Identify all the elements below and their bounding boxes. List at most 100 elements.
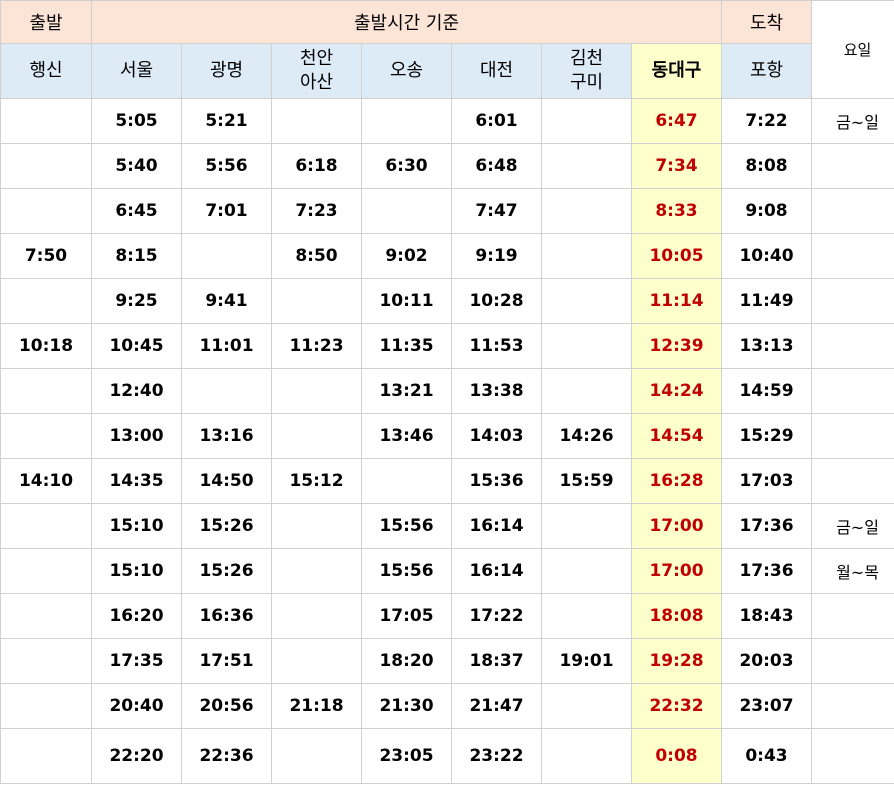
cheonan-cell: 11:23	[271, 323, 362, 369]
haengsin-cell	[0, 638, 92, 684]
day-of-week-cell	[811, 143, 894, 189]
gwangmyeong-cell: 16:36	[181, 593, 272, 639]
gwangmyeong-cell: 17:51	[181, 638, 272, 684]
gwangmyeong-cell	[181, 233, 272, 279]
station-pohang: 포항	[721, 43, 812, 99]
dongdaegu-cell: 6:47	[631, 98, 722, 144]
daejeon-cell: 14:03	[451, 413, 542, 459]
osong-cell	[361, 98, 452, 144]
dongdaegu-cell: 22:32	[631, 683, 722, 729]
gwangmyeong-cell: 7:01	[181, 188, 272, 234]
station-cheonan-asan: 천안 아산	[271, 43, 362, 99]
station-dongdaegu: 동대구	[631, 43, 722, 99]
pohang-cell: 18:43	[721, 593, 812, 639]
table-row: 15:10 15:26 15:56 16:14 17:00 17:36 금~일	[0, 503, 894, 549]
table-row: 22:20 22:36 23:05 23:22 0:08 0:43	[0, 728, 894, 784]
pohang-cell: 20:03	[721, 638, 812, 684]
dongdaegu-cell: 7:34	[631, 143, 722, 189]
station-osong: 오송	[361, 43, 452, 99]
cheonan-cell: 6:18	[271, 143, 362, 189]
gimcheon-cell: 15:59	[541, 458, 632, 504]
station-gwangmyeong: 광명	[181, 43, 272, 99]
station-cheonan-line2: 아산	[299, 72, 334, 93]
table-row: 16:20 16:36 17:05 17:22 18:08 18:43	[0, 593, 894, 639]
osong-cell: 6:30	[361, 143, 452, 189]
seoul-cell: 13:00	[91, 413, 182, 459]
seoul-cell: 10:45	[91, 323, 182, 369]
day-of-week-cell	[811, 458, 894, 504]
osong-cell: 13:46	[361, 413, 452, 459]
gimcheon-cell	[541, 278, 632, 324]
daejeon-cell: 16:14	[451, 503, 542, 549]
osong-cell	[361, 188, 452, 234]
pohang-cell: 7:22	[721, 98, 812, 144]
dongdaegu-cell: 10:05	[631, 233, 722, 279]
table-row: 15:10 15:26 15:56 16:14 17:00 17:36 월~목	[0, 548, 894, 594]
haengsin-cell	[0, 413, 92, 459]
day-of-week-header: 요일	[811, 0, 894, 99]
seoul-cell: 6:45	[91, 188, 182, 234]
daejeon-cell: 11:53	[451, 323, 542, 369]
table-row: 13:00 13:16 13:46 14:03 14:26 14:54 15:29	[0, 413, 894, 459]
pohang-cell: 17:36	[721, 548, 812, 594]
day-of-week-cell	[811, 593, 894, 639]
day-of-week-cell	[811, 728, 894, 784]
station-haengsin: 행신	[0, 43, 92, 99]
cheonan-cell: 7:23	[271, 188, 362, 234]
pohang-cell: 11:49	[721, 278, 812, 324]
haengsin-cell: 10:18	[0, 323, 92, 369]
day-of-week-cell	[811, 638, 894, 684]
gimcheon-cell: 19:01	[541, 638, 632, 684]
header-row-group: 출발 출발시간 기준 도착 요일	[0, 0, 894, 99]
station-gimcheon-line1: 김천	[569, 48, 604, 69]
osong-cell: 13:21	[361, 368, 452, 414]
cheonan-cell	[271, 728, 362, 784]
gimcheon-cell	[541, 98, 632, 144]
gimcheon-cell	[541, 323, 632, 369]
daejeon-cell: 18:37	[451, 638, 542, 684]
seoul-cell: 16:20	[91, 593, 182, 639]
haengsin-cell	[0, 728, 92, 784]
dongdaegu-cell: 14:24	[631, 368, 722, 414]
seoul-cell: 5:05	[91, 98, 182, 144]
day-of-week-cell	[811, 188, 894, 234]
dongdaegu-cell: 11:14	[631, 278, 722, 324]
day-of-week-cell	[811, 233, 894, 279]
seoul-cell: 20:40	[91, 683, 182, 729]
departure-header: 출발	[0, 0, 92, 44]
daejeon-cell: 10:28	[451, 278, 542, 324]
daejeon-cell: 7:47	[451, 188, 542, 234]
table-row: 7:50 8:15 8:50 9:02 9:19 10:05 10:40	[0, 233, 894, 279]
gwangmyeong-cell: 22:36	[181, 728, 272, 784]
station-gimcheon-gumi: 김천구미	[541, 43, 632, 99]
dongdaegu-cell: 19:28	[631, 638, 722, 684]
haengsin-cell	[0, 593, 92, 639]
seoul-cell: 15:10	[91, 548, 182, 594]
gimcheon-cell	[541, 503, 632, 549]
table-row: 9:25 9:41 10:11 10:28 11:14 11:49	[0, 278, 894, 324]
haengsin-cell	[0, 188, 92, 234]
gimcheon-cell	[541, 368, 632, 414]
cheonan-cell	[271, 503, 362, 549]
dongdaegu-cell: 17:00	[631, 503, 722, 549]
gimcheon-cell	[541, 233, 632, 279]
daejeon-cell: 17:22	[451, 593, 542, 639]
daejeon-cell: 16:14	[451, 548, 542, 594]
gimcheon-cell: 14:26	[541, 413, 632, 459]
daejeon-cell: 6:48	[451, 143, 542, 189]
dongdaegu-cell: 16:28	[631, 458, 722, 504]
table-row: 5:40 5:56 6:18 6:30 6:48 7:34 8:08	[0, 143, 894, 189]
seoul-cell: 5:40	[91, 143, 182, 189]
pohang-cell: 10:40	[721, 233, 812, 279]
dongdaegu-cell: 18:08	[631, 593, 722, 639]
gwangmyeong-cell: 13:16	[181, 413, 272, 459]
gwangmyeong-cell: 9:41	[181, 278, 272, 324]
osong-cell: 9:02	[361, 233, 452, 279]
station-gimcheon-line2: 구미	[569, 72, 604, 93]
cheonan-cell	[271, 368, 362, 414]
station-seoul: 서울	[91, 43, 182, 99]
daejeon-cell: 9:19	[451, 233, 542, 279]
cheonan-cell	[271, 548, 362, 594]
table-row: 10:18 10:45 11:01 11:23 11:35 11:53 12:39 13:13	[0, 323, 894, 369]
timetable-body: 5:05 5:21 6:01 6:47 7:22 금~일 5:40 5:56 6:18 6:30 6…	[0, 98, 894, 784]
